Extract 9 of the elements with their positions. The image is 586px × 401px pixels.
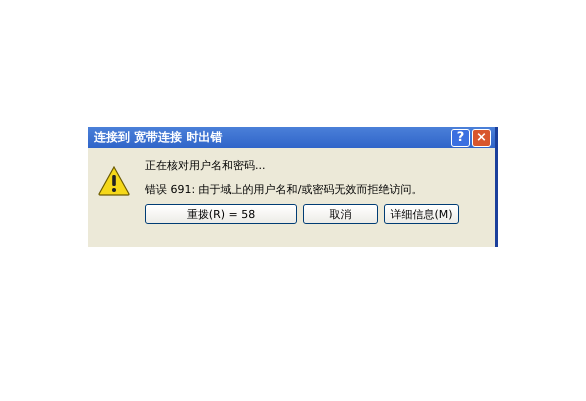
message-text: 正在核对用户名和密码...	[145, 158, 266, 173]
dialog-button[interactable]: 取消	[303, 204, 378, 224]
close-button[interactable]: ×	[472, 128, 491, 146]
warning-icon	[98, 166, 130, 196]
message-text: 错误 691: 由于域上的用户名和/或密码无效而拒绝访问。	[145, 182, 424, 197]
dialog-button[interactable]: 详细信息(M)	[384, 204, 459, 224]
dialog-button[interactable]: 重拨(R) = 58	[145, 204, 297, 224]
window-title: 连接到 宽带连接 时出错	[94, 129, 222, 146]
help-button[interactable]: ?	[451, 128, 470, 146]
